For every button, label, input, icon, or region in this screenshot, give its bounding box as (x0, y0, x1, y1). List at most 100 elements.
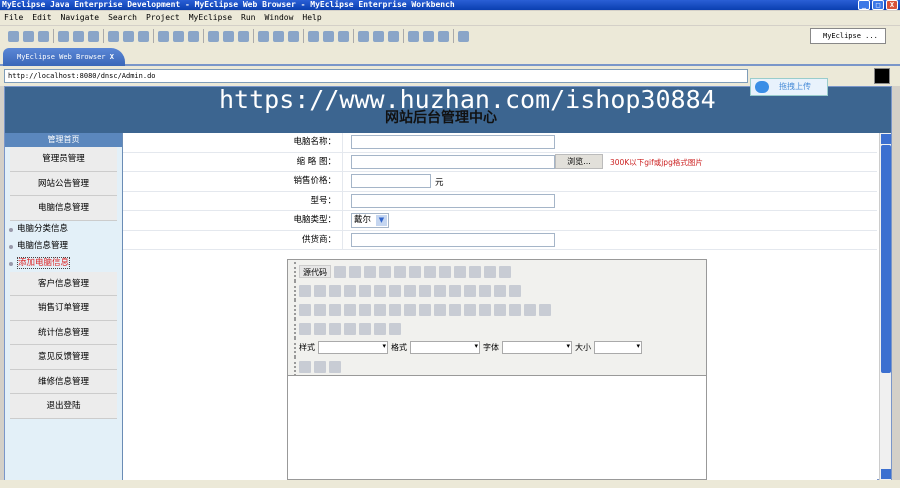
lock-icon[interactable] (88, 30, 99, 42)
refresh-icon[interactable] (208, 30, 219, 42)
nav2-icon[interactable] (423, 30, 434, 42)
open-folder-icon[interactable] (388, 30, 399, 42)
bar-chart-icon[interactable] (308, 30, 319, 42)
price-input[interactable] (351, 174, 431, 188)
strike-icon[interactable] (344, 303, 356, 316)
sidebar-subitem[interactable]: 电脑分类信息 (5, 221, 122, 238)
paste-word2-icon[interactable] (469, 265, 481, 278)
redo-icon[interactable] (314, 284, 326, 297)
sidebar-item[interactable]: 销售订单管理 (10, 296, 117, 321)
underline-icon[interactable] (329, 303, 341, 316)
name-input[interactable] (351, 135, 555, 149)
save-icon[interactable] (23, 30, 34, 42)
grid-icon[interactable] (323, 30, 334, 42)
anchor-icon[interactable] (539, 303, 551, 316)
subscript-icon[interactable] (359, 303, 371, 316)
menu-myeclipse[interactable]: MyEclipse (189, 11, 232, 25)
table-icon[interactable] (329, 322, 341, 335)
select-all-icon[interactable] (359, 284, 371, 297)
drag-upload-button[interactable]: 拖拽上传 (750, 78, 828, 96)
editor-body[interactable] (288, 377, 706, 479)
sidebar-item[interactable]: 退出登陆 (10, 394, 117, 419)
paste-word-icon[interactable] (394, 265, 406, 278)
scroll-thumb[interactable] (881, 145, 891, 373)
radio-icon[interactable] (419, 284, 431, 297)
image-button-icon[interactable] (494, 284, 506, 297)
hidden-field-icon[interactable] (509, 284, 521, 297)
edit2-icon[interactable] (123, 30, 134, 42)
align-center-icon[interactable] (464, 303, 476, 316)
font-select[interactable] (502, 341, 572, 354)
menu-edit[interactable]: Edit (32, 11, 51, 25)
package-icon[interactable] (58, 30, 69, 42)
copy-icon[interactable] (424, 265, 436, 278)
textarea-icon[interactable] (449, 284, 461, 297)
type-select[interactable]: 戴尔 ▼ (351, 213, 389, 228)
source-button[interactable]: 源代码 (299, 265, 331, 278)
supplier-input[interactable] (351, 232, 555, 247)
menu-search[interactable]: Search (108, 11, 137, 25)
gear-icon[interactable] (258, 30, 269, 42)
maximize-button[interactable]: □ (872, 0, 884, 10)
minimize-button[interactable]: _ (858, 0, 870, 10)
templates-icon[interactable] (334, 265, 346, 278)
thumb-input[interactable] (351, 154, 555, 169)
c-icon[interactable] (338, 30, 349, 42)
sidebar-home[interactable]: 管理首页 (5, 133, 122, 147)
image-icon[interactable] (299, 322, 311, 335)
debug-icon[interactable] (73, 30, 84, 42)
align-right-icon[interactable] (479, 303, 491, 316)
menu-window[interactable]: Window (265, 11, 294, 25)
smiley-icon[interactable] (359, 322, 371, 335)
terminal-icon[interactable] (223, 30, 234, 42)
sidebar-subitem[interactable]: 电脑信息管理 (5, 238, 122, 255)
style-select[interactable] (318, 341, 388, 354)
menu-navigate[interactable]: Navigate (61, 11, 100, 25)
tab-web-browser[interactable]: MyEclipse Web Browser X (3, 48, 125, 66)
sidebar-item[interactable]: 网站公告管理 (10, 171, 117, 196)
flash-icon[interactable] (314, 322, 326, 335)
sidebar-item[interactable]: 意见反馈管理 (10, 345, 117, 370)
button-icon[interactable] (479, 284, 491, 297)
italic-icon[interactable] (314, 303, 326, 316)
size-select[interactable] (594, 341, 642, 354)
tools-icon[interactable] (238, 30, 249, 42)
back-icon[interactable] (438, 30, 449, 42)
globe-icon[interactable] (173, 30, 184, 42)
cut-icon[interactable] (409, 265, 421, 278)
bold-icon[interactable] (299, 303, 311, 316)
print-icon[interactable] (484, 265, 496, 278)
indent-icon[interactable] (434, 303, 446, 316)
remove-format-icon[interactable] (374, 284, 386, 297)
justify-icon[interactable] (494, 303, 506, 316)
preview-icon[interactable] (379, 265, 391, 278)
menu-file[interactable]: File (4, 11, 23, 25)
find-icon[interactable] (329, 284, 341, 297)
new-page-icon[interactable] (364, 265, 376, 278)
close-button[interactable]: X (886, 0, 898, 10)
menu-help[interactable]: Help (302, 11, 321, 25)
server-icon[interactable] (158, 30, 169, 42)
new-icon[interactable] (8, 30, 19, 42)
outdent-icon[interactable] (419, 303, 431, 316)
paste-text-icon[interactable] (454, 265, 466, 278)
menu-project[interactable]: Project (146, 11, 180, 25)
special-char-icon[interactable] (374, 322, 386, 335)
select-icon[interactable] (464, 284, 476, 297)
spellcheck-icon[interactable] (499, 265, 511, 278)
sidebar-item[interactable]: 客户信息管理 (10, 271, 117, 296)
brush-icon[interactable] (373, 30, 384, 42)
paint-icon[interactable] (358, 30, 369, 42)
ordered-list-icon[interactable] (389, 303, 401, 316)
page-break-icon[interactable] (389, 322, 401, 335)
textfield-icon[interactable] (434, 284, 446, 297)
save-all-icon[interactable] (38, 30, 49, 42)
save-icon[interactable] (349, 265, 361, 278)
replace-icon[interactable] (344, 284, 356, 297)
deploy-icon[interactable] (138, 30, 149, 42)
folder-icon[interactable] (188, 30, 199, 42)
run-icon[interactable] (273, 30, 284, 42)
link-icon[interactable] (509, 303, 521, 316)
search-icon[interactable] (288, 30, 299, 42)
sidebar-item[interactable]: 统计信息管理 (10, 320, 117, 345)
